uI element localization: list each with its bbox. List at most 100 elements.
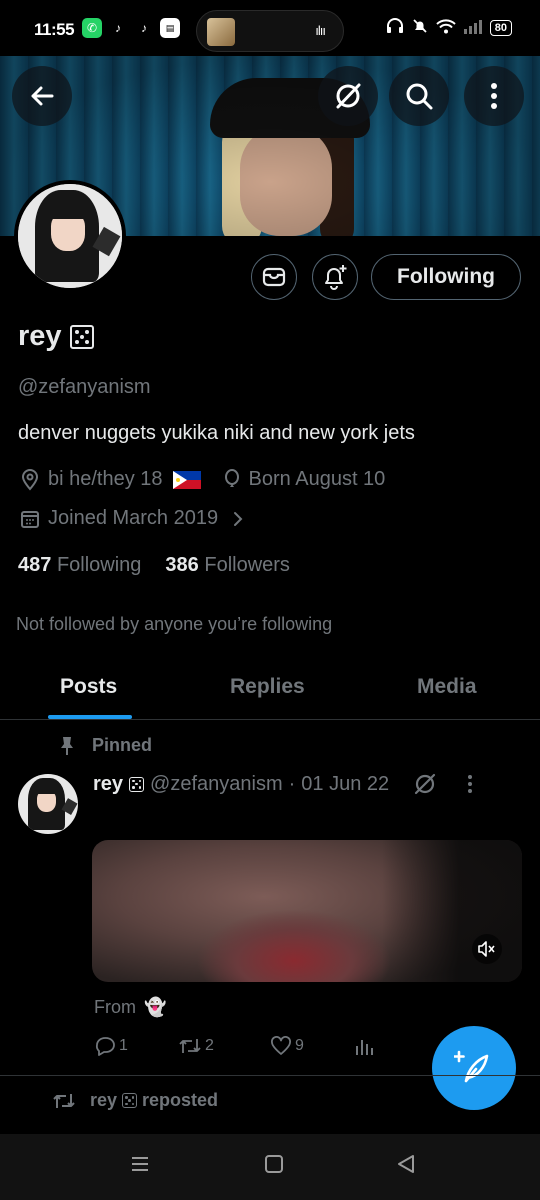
search-button[interactable] — [389, 66, 449, 126]
post-author-name[interactable]: rey — [93, 773, 123, 796]
compose-post-button[interactable] — [432, 1026, 516, 1110]
active-tab-indicator — [48, 715, 132, 719]
tab-replies[interactable]: Replies — [230, 675, 305, 699]
followers-link[interactable]: 386 Followers — [165, 554, 290, 577]
wifi-icon — [436, 18, 456, 38]
video-frame-shadow — [382, 840, 522, 982]
repost-indicator: rey reposted — [52, 1090, 218, 1111]
status-indicators: 80 — [386, 18, 512, 38]
ghost-emoji: 👻 — [144, 997, 167, 1017]
signal-icon — [463, 19, 482, 38]
tab-media[interactable]: Media — [417, 675, 477, 699]
menu-icon — [132, 1157, 148, 1171]
grok-icon — [336, 83, 361, 109]
back-button[interactable] — [12, 66, 72, 126]
post-separator: · — [288, 772, 296, 795]
profile-avatar[interactable] — [14, 180, 126, 292]
grok-icon[interactable] — [413, 772, 437, 796]
bell-plus-icon — [325, 265, 347, 290]
post-author-avatar[interactable] — [18, 774, 78, 834]
system-nav-bar — [0, 1134, 540, 1200]
pin-icon — [61, 736, 73, 755]
post-video[interactable] — [92, 840, 522, 982]
back-nav-button[interactable] — [396, 1154, 416, 1179]
more-vertical-icon — [491, 83, 497, 109]
reposter-name[interactable]: rey — [90, 1090, 117, 1111]
tiktok-icon: ♪ — [134, 18, 154, 38]
reply-button[interactable]: 1 — [94, 1036, 178, 1056]
avatar-bangs — [47, 202, 89, 220]
repost-suffix: reposted — [142, 1090, 219, 1110]
analytics-icon — [356, 1040, 373, 1055]
following-link[interactable]: 487 Following — [18, 554, 141, 577]
following-button[interactable]: Following — [371, 254, 521, 300]
post-divider — [0, 1075, 540, 1076]
post-avatar-image — [18, 774, 78, 834]
home-button[interactable] — [264, 1154, 284, 1179]
tab-posts[interactable]: Posts — [60, 675, 117, 699]
audio-wave-icon: ılıı — [315, 23, 326, 38]
square-icon — [265, 1155, 283, 1173]
like-count: 9 — [295, 1037, 304, 1054]
reply-count: 1 — [119, 1037, 128, 1054]
profile-joined-row[interactable]: Joined March 2019 — [20, 507, 244, 530]
balloon-icon — [224, 468, 239, 487]
repost-icon — [53, 1093, 75, 1108]
followers-label: Followers — [204, 554, 290, 576]
dice-icon — [69, 324, 94, 349]
chevron-right-icon — [234, 511, 243, 526]
message-button[interactable] — [251, 254, 297, 300]
post-author-handle[interactable]: @zefanyanism — [150, 773, 283, 796]
profile-meta-row: bi he/they 18 Born August 10 — [20, 468, 385, 491]
recents-button[interactable] — [130, 1154, 150, 1179]
repost-icon — [179, 1039, 201, 1053]
post-header: rey @zefanyanism · 01 Jun 22 — [93, 772, 473, 796]
heart-icon — [271, 1036, 291, 1055]
notifications-button[interactable] — [312, 254, 358, 300]
profile-tabs: Posts Replies Media — [0, 660, 540, 720]
media-thumbnail — [207, 18, 235, 46]
arrow-left-icon — [31, 86, 54, 106]
headphones-icon — [386, 18, 404, 38]
avatar-image — [18, 184, 122, 288]
post-text-from: From — [94, 997, 136, 1017]
feather-plus-icon — [454, 1050, 489, 1083]
repost-count: 2 — [205, 1037, 214, 1054]
mute-button[interactable] — [472, 934, 502, 964]
grok-button[interactable] — [318, 66, 378, 126]
dynamic-island[interactable]: ılıı — [196, 10, 344, 52]
more-options-button[interactable] — [464, 66, 524, 126]
battery-icon: 80 — [489, 20, 512, 36]
search-icon — [406, 83, 433, 110]
following-count: 487 — [18, 554, 52, 576]
following-label: Following — [56, 554, 142, 576]
speaker-muted-icon — [478, 941, 495, 957]
mute-bell-icon — [412, 18, 428, 38]
dice-icon — [122, 1093, 138, 1108]
post-text: From 👻 — [94, 997, 166, 1018]
reply-icon — [95, 1037, 115, 1056]
profile-location: bi he/they 18 — [48, 468, 163, 490]
profile-handle: @zefanyanism — [18, 376, 151, 398]
avatar-bangs — [34, 784, 59, 795]
repost-button[interactable]: 2 — [178, 1036, 270, 1056]
profile-birthday: Born August 10 — [248, 468, 386, 490]
calendar-icon — [21, 510, 39, 528]
location-pin-icon — [21, 468, 39, 491]
triangle-back-icon — [398, 1155, 414, 1173]
envelope-icon — [262, 267, 286, 287]
post-date[interactable]: 01 Jun 22 — [301, 773, 389, 796]
dice-icon — [129, 776, 145, 792]
more-vertical-icon[interactable] — [467, 774, 473, 794]
news-icon: ▤ — [160, 18, 180, 38]
not-followed-notice: Not followed by anyone you’re following — [16, 614, 333, 634]
status-bar: 11:55 ✆ ♪ ♪ ▤ ılıı 80 — [0, 0, 540, 56]
tiktok-icon: ♪ — [108, 18, 128, 38]
status-app-icons: ✆ ♪ ♪ ▤ — [82, 18, 180, 38]
philippines-flag-icon — [172, 470, 201, 489]
profile-bio: denver nuggets yukika niki and new york … — [18, 422, 415, 444]
pinned-label: Pinned — [92, 735, 153, 755]
like-button[interactable]: 9 — [270, 1036, 354, 1056]
views-button[interactable] — [354, 1037, 414, 1055]
follow-stats: 487 Following 386 Followers — [18, 554, 290, 577]
